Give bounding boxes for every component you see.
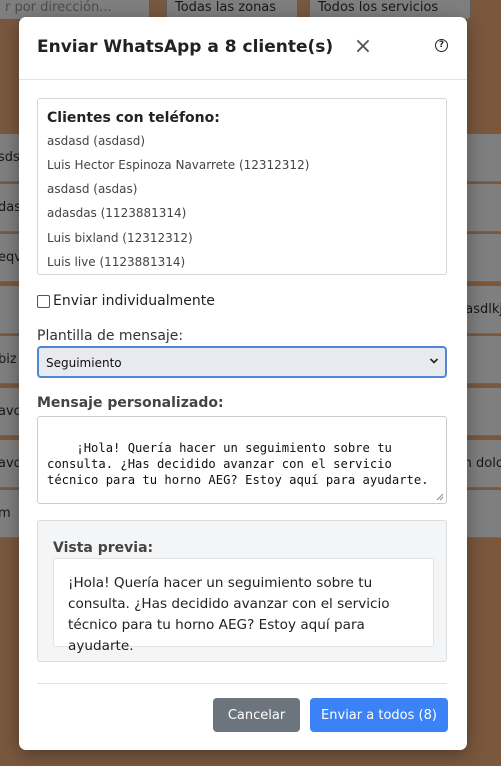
close-icon[interactable]: × bbox=[353, 36, 373, 58]
chevron-down-icon bbox=[429, 355, 439, 370]
client-list-item: asdasd (asdas) bbox=[47, 182, 138, 196]
client-list-item: Luis bixland (12312312) bbox=[47, 231, 193, 245]
send-individually-checkbox[interactable] bbox=[37, 295, 50, 308]
preview-message: ¡Hola! Quería hacer un seguimiento sobre… bbox=[53, 558, 434, 654]
client-list-item: adasdas (1123881314) bbox=[47, 206, 187, 220]
send-all-button[interactable]: Enviar a todos (8) bbox=[310, 698, 448, 732]
footer-divider bbox=[37, 683, 447, 684]
cancel-button[interactable]: Cancelar bbox=[213, 698, 300, 732]
resize-handle-icon[interactable] bbox=[435, 492, 444, 501]
template-select[interactable]: Seguimiento bbox=[37, 346, 447, 378]
client-list-item: Luis Hector Espinoza Navarrete (12312312… bbox=[47, 158, 310, 172]
custom-message-textarea[interactable]: ¡Hola! Quería hacer un seguimiento sobre… bbox=[37, 416, 447, 504]
preview-box: Vista previa: ¡Hola! Quería hacer un seg… bbox=[37, 520, 447, 662]
template-label: Plantilla de mensaje: bbox=[37, 328, 184, 344]
template-selected-value: Seguimiento bbox=[46, 356, 122, 370]
send-individually-label[interactable]: Enviar individualmente bbox=[53, 293, 215, 309]
clients-list-box: Clientes con teléfono: asdasd (asdasd) L… bbox=[37, 98, 447, 275]
modal-title: Enviar WhatsApp a 8 cliente(s) bbox=[37, 37, 334, 57]
client-list-item: Luis live (1123881314) bbox=[47, 255, 186, 269]
custom-message-label: Mensaje personalizado: bbox=[37, 395, 224, 411]
client-list-item: asdasd (asdasd) bbox=[47, 134, 146, 148]
help-icon[interactable]: ? bbox=[435, 39, 448, 52]
custom-message-text: ¡Hola! Quería hacer un seguimiento sobre… bbox=[47, 441, 429, 487]
preview-title: Vista previa: bbox=[53, 540, 154, 556]
clients-list-title: Clientes con teléfono: bbox=[47, 110, 220, 126]
whatsapp-modal: Enviar WhatsApp a 8 cliente(s) × ? Clien… bbox=[19, 17, 467, 750]
modal-header: Enviar WhatsApp a 8 cliente(s) × ? bbox=[19, 17, 467, 80]
